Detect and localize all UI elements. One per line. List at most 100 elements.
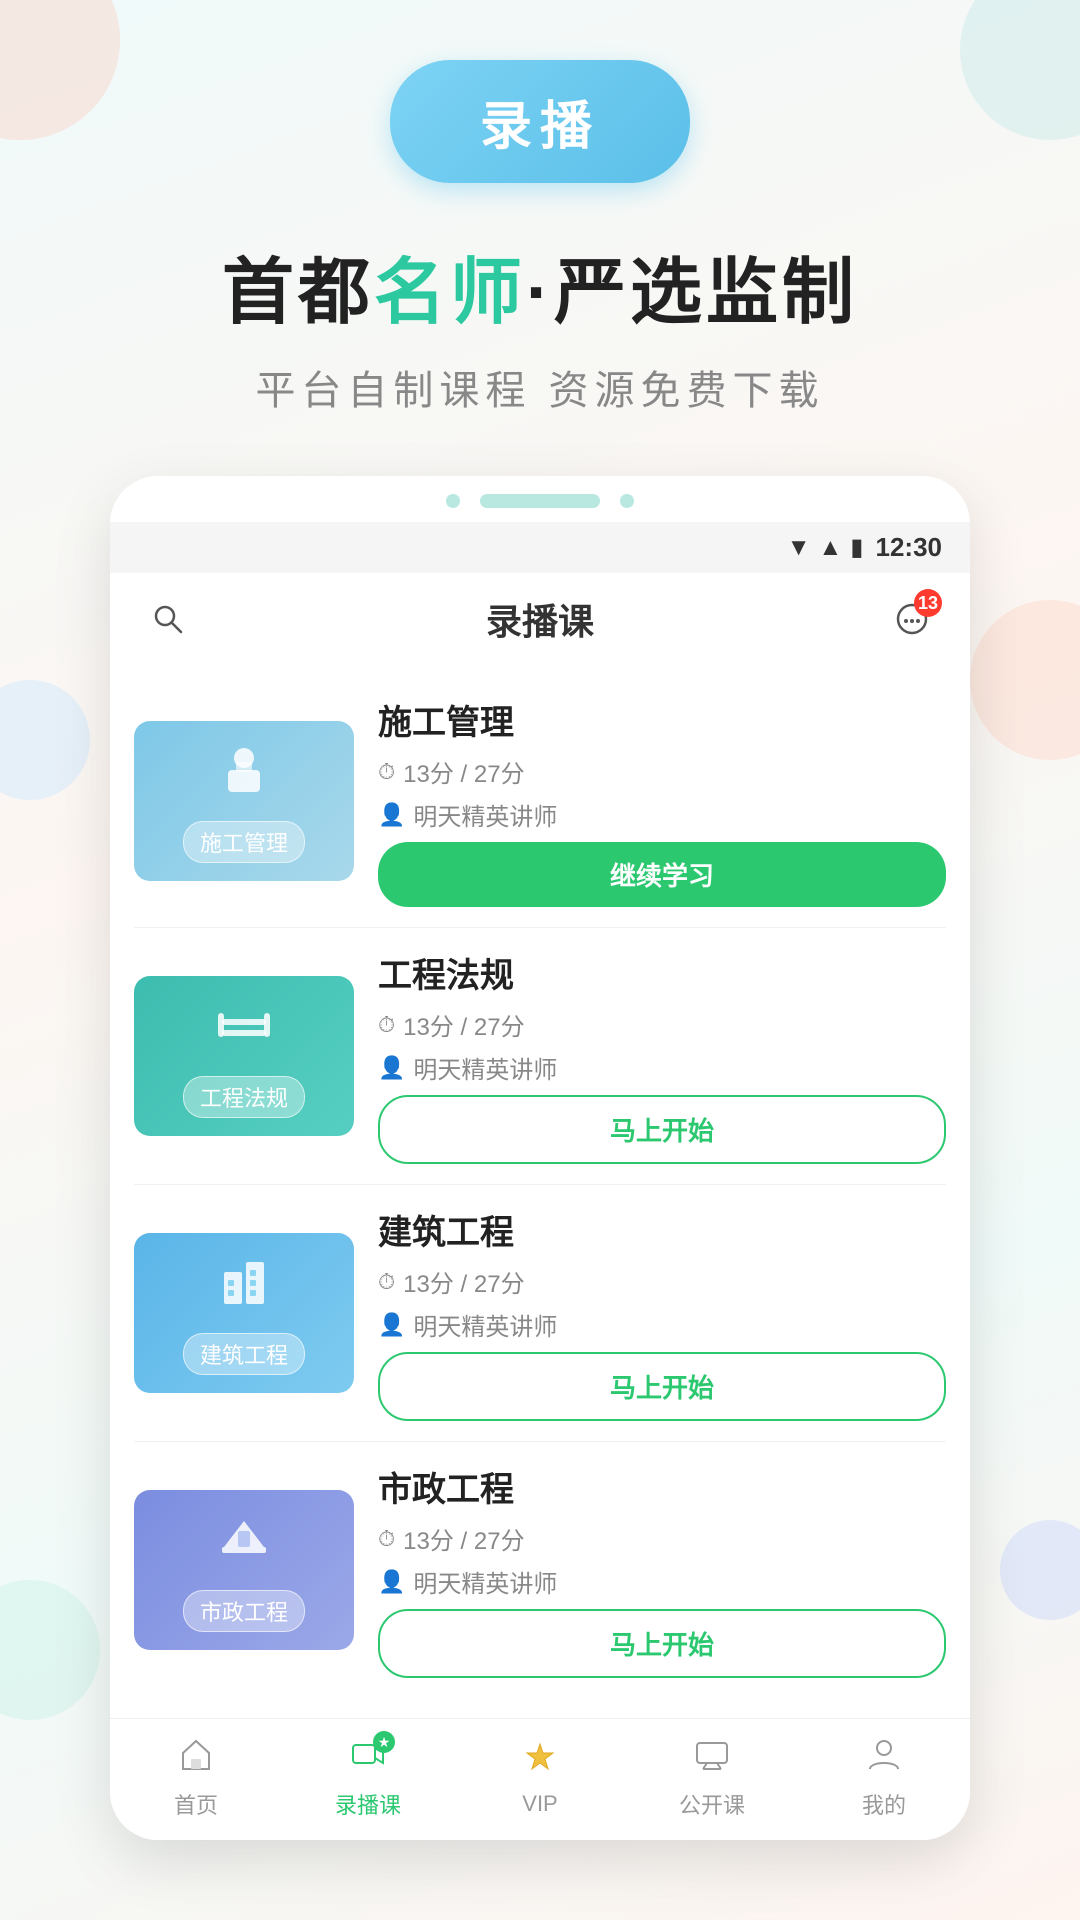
- teacher-name: 明天精英讲师: [413, 797, 557, 832]
- nav-home-icon: [177, 1740, 215, 1781]
- nav-vip-label: VIP: [522, 1791, 557, 1817]
- decoration-blob-br: [1000, 1520, 1080, 1620]
- course-title: 施工管理: [378, 695, 946, 744]
- nav-public-icon: [693, 1740, 731, 1781]
- search-icon: [150, 601, 186, 637]
- user-icon: 👤: [378, 1569, 405, 1595]
- search-button[interactable]: [142, 593, 194, 645]
- indicator-dot-right: [620, 494, 634, 508]
- clock-icon: ⏱: [378, 1012, 395, 1038]
- course-info: 施工管理 ⏱ 13分 / 27分 👤 明天精英讲师 继续学习: [378, 695, 946, 907]
- nav-vip-icon-wrap: [521, 1738, 559, 1785]
- course-meta: ⏱ 13分 / 27分 👤 明天精英讲师: [378, 1521, 946, 1599]
- duration-text: 13分 / 27分: [403, 1521, 524, 1556]
- nav-public-label: 公开课: [679, 1788, 745, 1820]
- nav-record-label: 录播课: [335, 1788, 401, 1820]
- course-item-course-4[interactable]: 市政工程 市政工程 ⏱ 13分 / 27分 👤 明天精英讲师 马上开始: [134, 1442, 946, 1698]
- nav-public[interactable]: 公开课: [662, 1735, 762, 1820]
- headline-accent: 名师: [374, 253, 526, 333]
- decoration-blob-bl: [0, 1580, 100, 1720]
- nav-mine[interactable]: 我的: [834, 1735, 934, 1820]
- headline-part1: 首都: [222, 253, 374, 333]
- app-topbar: 录播课 13: [110, 573, 970, 665]
- decoration-blob-ml: [0, 680, 90, 800]
- nav-home[interactable]: 首页: [146, 1735, 246, 1820]
- course-item-course-2[interactable]: 工程法规 工程法规 ⏱ 13分 / 27分 👤 明天精英讲师 马上开始: [134, 928, 946, 1185]
- signal-icon: ▲: [819, 534, 843, 562]
- duration-text: 13分 / 27分: [403, 754, 524, 789]
- message-badge: 13: [914, 589, 942, 617]
- course-thumbnail: 市政工程: [134, 1490, 354, 1650]
- duration-row: ⏱ 13分 / 27分: [378, 1264, 946, 1299]
- course-title: 建筑工程: [378, 1205, 946, 1254]
- nav-record[interactable]: 录播课: [318, 1735, 418, 1820]
- course-item-course-1[interactable]: 施工管理 施工管理 ⏱ 13分 / 27分 👤 明天精英讲师 继续学习: [134, 675, 946, 928]
- duration-text: 13分 / 27分: [403, 1007, 524, 1042]
- teacher-row: 👤 明天精英讲师: [378, 1307, 946, 1342]
- nav-public-icon-wrap: [693, 1735, 731, 1782]
- indicator-pill: [480, 494, 600, 508]
- duration-text: 13分 / 27分: [403, 1264, 524, 1299]
- thumb-icon: [214, 995, 274, 1068]
- thumb-icon: [214, 1509, 274, 1582]
- app-title: 录播课: [486, 593, 594, 645]
- action-button[interactable]: 继续学习: [378, 842, 946, 907]
- action-button[interactable]: 马上开始: [378, 1609, 946, 1678]
- nav-record-icon-wrap: [349, 1735, 387, 1782]
- course-title: 工程法规: [378, 948, 946, 997]
- status-icons: ▼ ▲ ▮: [787, 533, 864, 562]
- clock-icon: ⏱: [378, 1526, 395, 1552]
- course-thumbnail: 施工管理: [134, 721, 354, 881]
- course-meta: ⏱ 13分 / 27分 👤 明天精英讲师: [378, 1264, 946, 1342]
- course-thumbnail: 建筑工程: [134, 1233, 354, 1393]
- user-icon: 👤: [378, 802, 405, 828]
- battery-icon: ▮: [850, 533, 863, 562]
- teacher-name: 明天精英讲师: [413, 1307, 557, 1342]
- course-thumbnail: 工程法规: [134, 976, 354, 1136]
- course-info: 市政工程 ⏱ 13分 / 27分 👤 明天精英讲师 马上开始: [378, 1462, 946, 1678]
- decoration-blob-mr: [970, 600, 1080, 760]
- nav-home-icon-wrap: [177, 1735, 215, 1782]
- nav-vip-icon: [521, 1743, 559, 1784]
- thumb-icon: [214, 1252, 274, 1325]
- status-bar: ▼ ▲ ▮ 12:30: [110, 522, 970, 573]
- nav-mine-icon-wrap: [865, 1735, 903, 1782]
- nav-vip[interactable]: VIP: [490, 1738, 590, 1817]
- course-meta: ⏱ 13分 / 27分 👤 明天精英讲师: [378, 1007, 946, 1085]
- message-button[interactable]: 13: [886, 593, 938, 645]
- course-meta: ⏱ 13分 / 27分 👤 明天精英讲师: [378, 754, 946, 832]
- thumb-label: 市政工程: [183, 1590, 305, 1632]
- action-button[interactable]: 马上开始: [378, 1095, 946, 1164]
- thumb-label: 施工管理: [183, 821, 305, 863]
- thumb-icon: [214, 740, 274, 813]
- headline-part2: ·严选监制: [526, 253, 858, 333]
- active-badge: [373, 1731, 395, 1753]
- user-icon: 👤: [378, 1055, 405, 1081]
- course-item-course-3[interactable]: 建筑工程 建筑工程 ⏱ 13分 / 27分 👤 明天精英讲师 马上开始: [134, 1185, 946, 1442]
- indicator-dot-left: [446, 494, 460, 508]
- header-section: 录播 首都名师·严选监制 平台自制课程 资源免费下载: [0, 0, 1080, 476]
- phone-mockup: ▼ ▲ ▮ 12:30 录播课 13 施工管理: [110, 476, 970, 1840]
- nav-home-label: 首页: [174, 1788, 218, 1820]
- clock-icon: ⏱: [378, 1269, 395, 1295]
- duration-row: ⏱ 13分 / 27分: [378, 1521, 946, 1556]
- lu-bo-button[interactable]: 录播: [390, 60, 690, 183]
- phone-indicator: [110, 476, 970, 522]
- action-button[interactable]: 马上开始: [378, 1352, 946, 1421]
- thumb-label: 建筑工程: [183, 1333, 305, 1375]
- bottom-nav: 首页 录播课 VIP 公开课 我的: [110, 1718, 970, 1840]
- headline: 首都名师·严选监制: [222, 233, 858, 338]
- thumb-label: 工程法规: [183, 1076, 305, 1118]
- teacher-name: 明天精英讲师: [413, 1050, 557, 1085]
- status-time: 12:30: [876, 532, 943, 563]
- course-info: 工程法规 ⏱ 13分 / 27分 👤 明天精英讲师 马上开始: [378, 948, 946, 1164]
- course-info: 建筑工程 ⏱ 13分 / 27分 👤 明天精英讲师 马上开始: [378, 1205, 946, 1421]
- course-list: 施工管理 施工管理 ⏱ 13分 / 27分 👤 明天精英讲师 继续学习 工程法规…: [110, 665, 970, 1718]
- teacher-row: 👤 明天精英讲师: [378, 797, 946, 832]
- user-icon: 👤: [378, 1312, 405, 1338]
- teacher-name: 明天精英讲师: [413, 1564, 557, 1599]
- nav-mine-label: 我的: [862, 1788, 906, 1820]
- teacher-row: 👤 明天精英讲师: [378, 1050, 946, 1085]
- teacher-row: 👤 明天精英讲师: [378, 1564, 946, 1599]
- wifi-icon: ▼: [787, 534, 811, 562]
